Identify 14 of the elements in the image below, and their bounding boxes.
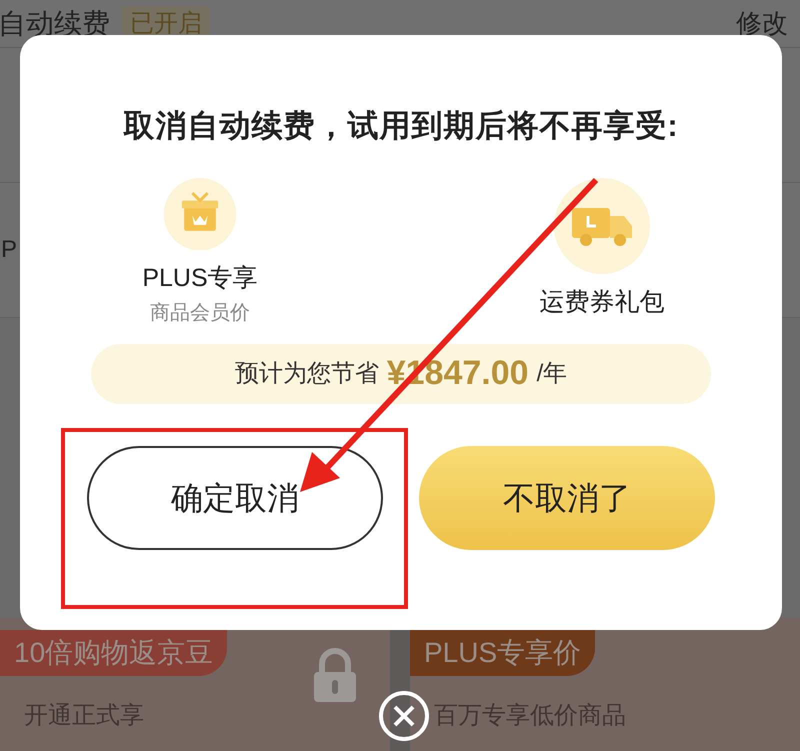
confirm-cancel-button[interactable]: 确定取消 bbox=[87, 446, 383, 550]
renewal-label: 自动续费 bbox=[0, 6, 110, 40]
benefit-label: 运费券礼包 bbox=[540, 286, 664, 318]
keep-button[interactable]: 不取消了 bbox=[419, 446, 715, 550]
dialog-title: 取消自动续费，试用到期后将不再享受: bbox=[123, 107, 679, 145]
savings-text: 预计为您节省 bbox=[234, 358, 379, 388]
truck-icon bbox=[554, 178, 650, 274]
close-icon[interactable] bbox=[378, 690, 430, 742]
benefit-label: PLUS专享 bbox=[142, 263, 258, 294]
benefit-sublabel: 商品会员价 bbox=[150, 300, 250, 326]
row-text: P bbox=[1, 235, 18, 265]
savings-unit: /年 bbox=[536, 358, 568, 388]
card-tag: 10倍购物返京豆 bbox=[0, 630, 228, 676]
card-tag: PLUS专享价 bbox=[410, 630, 596, 676]
